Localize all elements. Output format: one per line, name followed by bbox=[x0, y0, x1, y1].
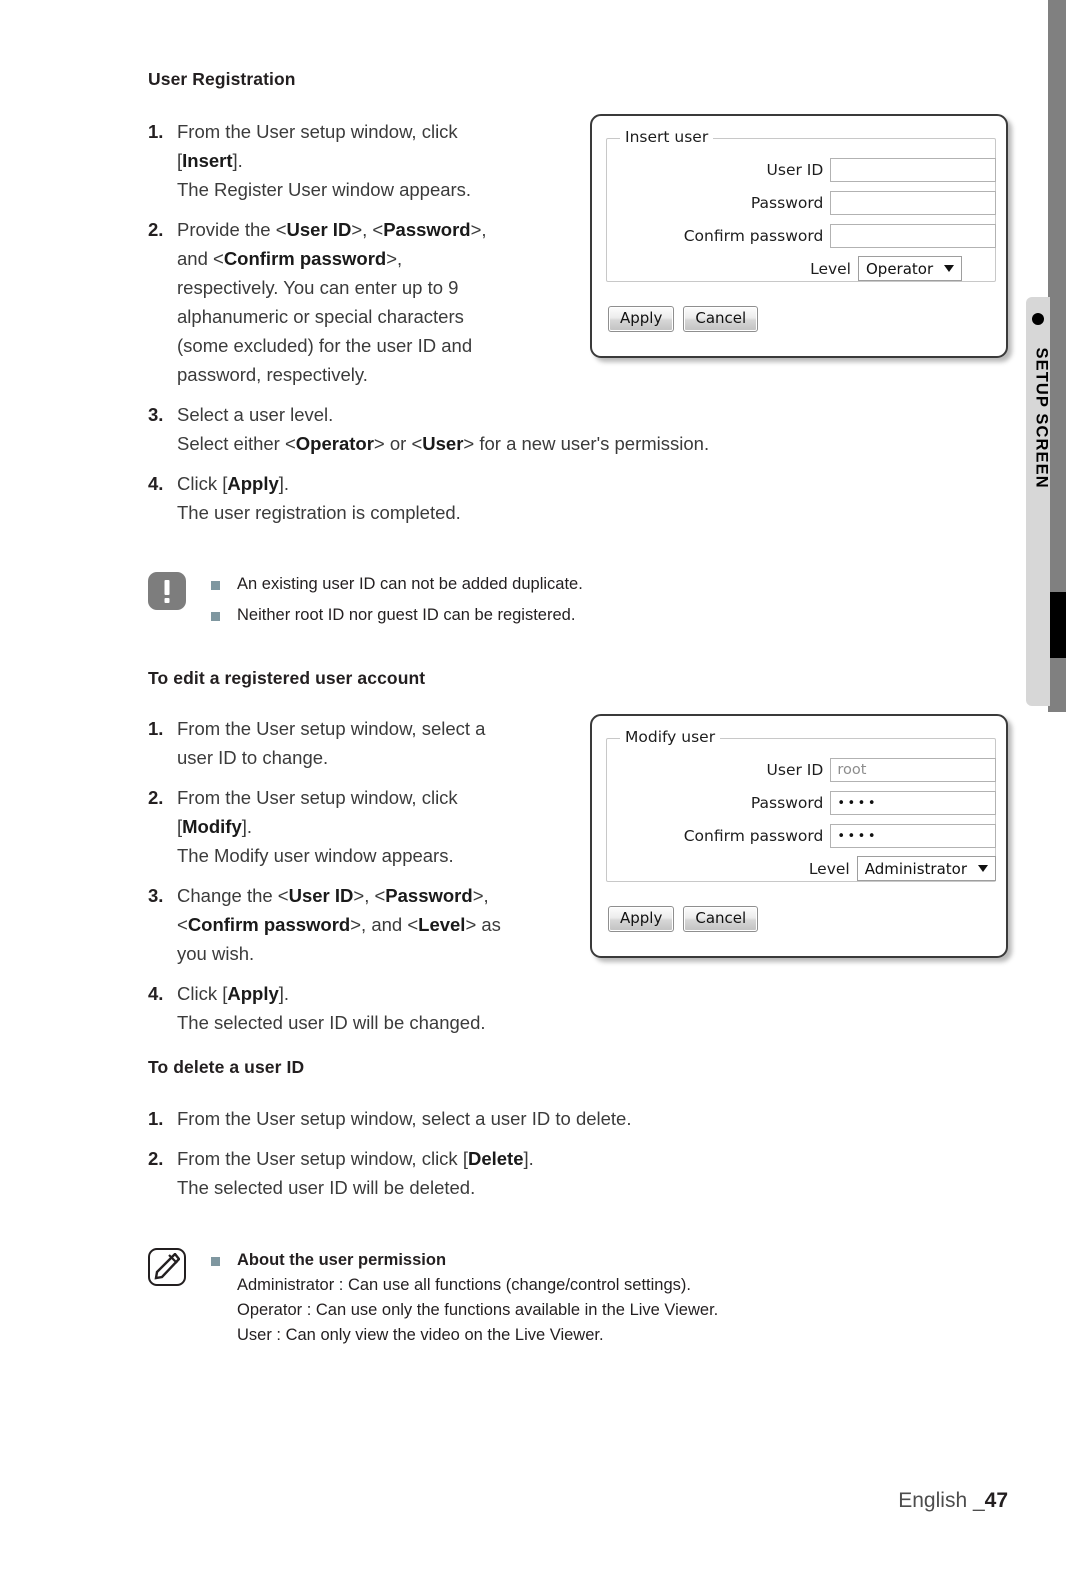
modify-field-confirm: Confirm password •••• bbox=[606, 824, 996, 848]
footer-language: English _ bbox=[898, 1489, 985, 1512]
insert-field-confirm: Confirm password bbox=[606, 224, 996, 248]
heading-edit-user: To edit a registered user account bbox=[148, 668, 426, 688]
modify-cancel-button[interactable]: Cancel bbox=[683, 906, 759, 932]
modify-apply-button[interactable]: Apply bbox=[608, 906, 675, 932]
footer-page-number: 47 bbox=[984, 1489, 1008, 1512]
bullet-icon bbox=[211, 581, 220, 590]
note-pencil-icon bbox=[148, 1248, 186, 1286]
modify-field-confirm-label: Confirm password bbox=[683, 827, 824, 845]
step-number: 1. bbox=[148, 121, 164, 142]
note-item-text: Neither root ID nor guest ID can be regi… bbox=[237, 606, 576, 624]
info-note-line-2: User : Can only view the video on the Li… bbox=[237, 1326, 604, 1344]
step-number: 1. bbox=[148, 718, 164, 739]
info-note-body: About the user permission Administrator … bbox=[237, 1248, 848, 1348]
insert-field-confirm-input[interactable] bbox=[830, 224, 996, 248]
step-number: 1. bbox=[148, 1108, 164, 1129]
note-item-text: An existing user ID can not be added dup… bbox=[237, 575, 583, 593]
heading-user-registration: User Registration bbox=[148, 69, 296, 89]
insert-field-userid-input[interactable] bbox=[830, 158, 996, 182]
page-root: SETUP SCREEN User Registration 1. From th… bbox=[0, 0, 1080, 1571]
insert-field-password-input[interactable] bbox=[830, 191, 996, 215]
bullet-icon bbox=[211, 612, 220, 621]
insert-user-legend: Insert user bbox=[620, 128, 714, 146]
modify-level-value: Administrator bbox=[864, 859, 967, 878]
insert-field-password-label: Password bbox=[750, 194, 824, 212]
step-number: 4. bbox=[148, 983, 164, 1004]
chevron-down-icon bbox=[978, 865, 988, 872]
step-number: 2. bbox=[148, 1148, 164, 1169]
insert-field-confirm-label: Confirm password bbox=[683, 227, 824, 245]
step-text: Click [Apply]. The selected user ID will … bbox=[177, 983, 486, 1033]
bullet-icon bbox=[211, 1257, 220, 1266]
step-item: 3. Select a user level. Select either <Ope… bbox=[148, 400, 848, 458]
step-item: 1. From the User setup window, select a u… bbox=[148, 1104, 908, 1133]
chevron-down-icon bbox=[944, 265, 955, 272]
step-item: 4. Click [Apply]. The user registration is… bbox=[148, 469, 848, 527]
modify-field-level-label: Level bbox=[808, 859, 850, 878]
note-item: Neither root ID nor guest ID can be regi… bbox=[211, 603, 768, 628]
step-item: 1. From the User setup window, select a us… bbox=[148, 714, 588, 772]
step-text: From the User setup window, select a use… bbox=[177, 1108, 632, 1129]
side-tab-label: SETUP SCREEN bbox=[1032, 347, 1051, 489]
insert-field-password: Password bbox=[606, 191, 996, 215]
steps-edit-user: 1. From the User setup window, select a us… bbox=[148, 714, 588, 1048]
insert-field-level: Level Operator bbox=[606, 256, 996, 281]
step-text: Select a user level. Select either <Opera… bbox=[177, 404, 710, 454]
insert-field-userid: User ID bbox=[606, 158, 996, 182]
warning-note-list: An existing user ID can not be added dup… bbox=[211, 572, 768, 628]
step-text: Click [Apply]. The user registration is c… bbox=[177, 473, 461, 523]
info-note-title: About the user permission bbox=[237, 1251, 447, 1269]
info-note-line-0: Administrator : Can use all functions (c… bbox=[237, 1276, 691, 1294]
insert-level-value: Operator bbox=[866, 259, 934, 278]
step-item: 4. Click [Apply]. The selected user ID wil… bbox=[148, 979, 588, 1037]
step-number: 2. bbox=[148, 219, 164, 240]
modify-field-password-label: Password bbox=[750, 794, 824, 812]
step-number: 4. bbox=[148, 473, 164, 494]
footer-page-label: English _47 bbox=[898, 1489, 1008, 1513]
modify-field-confirm-input[interactable]: •••• bbox=[830, 824, 996, 848]
modify-user-legend: Modify user bbox=[620, 728, 721, 746]
info-note-list: About the user permission Administrator … bbox=[211, 1248, 848, 1348]
side-tab-setup-screen: SETUP SCREEN bbox=[1026, 297, 1051, 706]
modify-field-userid-input[interactable]: root bbox=[830, 758, 996, 782]
step-number: 3. bbox=[148, 404, 164, 425]
step-text: From the User setup window, click [Delet… bbox=[177, 1148, 534, 1198]
step-text: From the User setup window, click [Modify… bbox=[177, 787, 458, 866]
modify-field-password-input[interactable]: •••• bbox=[830, 791, 996, 815]
modify-dialog-buttons: Apply Cancel bbox=[608, 906, 759, 932]
modify-user-dialog[interactable]: Modify user User ID root Password •••• C… bbox=[590, 714, 1008, 958]
insert-apply-button[interactable]: Apply bbox=[608, 306, 675, 332]
step-text: From the User setup window, select a user… bbox=[177, 718, 486, 768]
modify-level-select[interactable]: Administrator bbox=[856, 856, 996, 881]
modify-field-userid: User ID root bbox=[606, 758, 996, 782]
step-number: 3. bbox=[148, 885, 164, 906]
step-text: Change the <User ID>, <Password>, <Confir… bbox=[177, 885, 501, 964]
info-note: About the user permission Administrator … bbox=[148, 1248, 848, 1354]
info-note-line-1: Operator : Can use only the functions av… bbox=[237, 1301, 719, 1319]
warning-icon bbox=[148, 572, 186, 610]
note-item: An existing user ID can not be added dup… bbox=[211, 572, 768, 597]
insert-user-dialog[interactable]: Insert user User ID Password Confirm pas… bbox=[590, 114, 1008, 358]
info-note-row: About the user permission Administrator … bbox=[211, 1248, 848, 1348]
warning-note: An existing user ID can not be added dup… bbox=[148, 572, 768, 634]
step-item: 3. Change the <User ID>, <Password>, <Conf… bbox=[148, 881, 588, 968]
heading-delete-user: To delete a user ID bbox=[148, 1057, 305, 1077]
insert-level-select[interactable]: Operator bbox=[858, 256, 963, 281]
step-item: 2. From the User setup window, click [Del… bbox=[148, 1144, 908, 1202]
modify-field-level: Level Administrator bbox=[606, 856, 996, 881]
modify-field-userid-label: User ID bbox=[766, 761, 824, 779]
step-number: 2. bbox=[148, 787, 164, 808]
insert-cancel-button[interactable]: Cancel bbox=[683, 306, 759, 332]
side-rail-marker bbox=[1048, 592, 1066, 658]
modify-field-password: Password •••• bbox=[606, 791, 996, 815]
insert-dialog-buttons: Apply Cancel bbox=[608, 306, 759, 332]
insert-field-userid-label: User ID bbox=[766, 161, 824, 179]
step-item: 2. From the User setup window, click [Modi… bbox=[148, 783, 588, 870]
insert-field-level-label: Level bbox=[810, 259, 851, 278]
steps-delete-user: 1. From the User setup window, select a u… bbox=[148, 1104, 908, 1213]
